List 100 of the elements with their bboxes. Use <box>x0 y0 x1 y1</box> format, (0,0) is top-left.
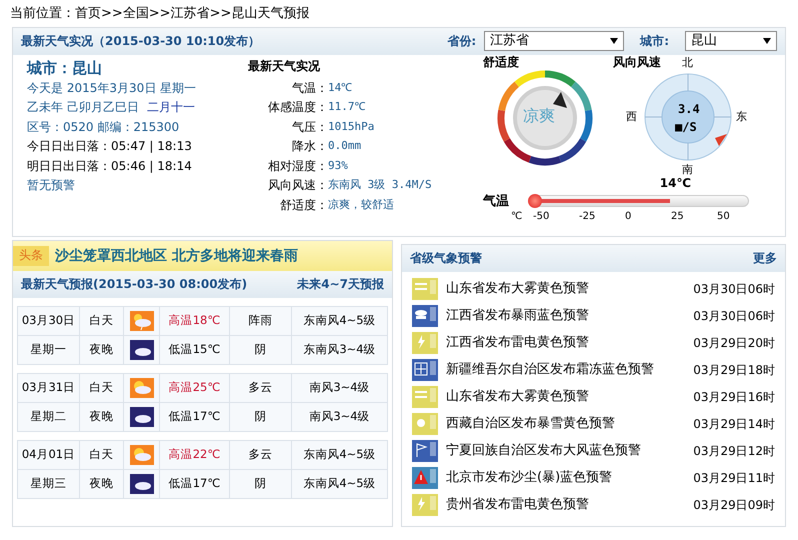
wind-unit: ■/S <box>675 120 697 136</box>
table-cell: 03月31日 <box>18 373 80 402</box>
info-text: 今日日出日落：05:47 | 18:13 <box>27 139 192 154</box>
table-cell: 低温17℃ <box>160 402 230 432</box>
table-cell: 南风3~4级 <box>292 373 388 402</box>
warning-time: 03月29日20时 <box>693 336 775 352</box>
warning-link[interactable]: 新疆维吾尔自治区发布霜冻蓝色预警 <box>446 362 694 379</box>
axis-tick: -50 <box>533 210 550 223</box>
table-cell: 03月30日 <box>18 306 80 336</box>
table-cell: 白天 <box>80 306 124 336</box>
table-cell: 东南风4~5级 <box>292 469 388 498</box>
panel-title: 最新天气预报(2015-03-30 08:00发布) <box>21 276 248 292</box>
warning-time: 03月29日16时 <box>693 390 775 406</box>
province-select[interactable]: 江苏省 <box>484 31 624 52</box>
rain-cloud-icon <box>130 310 154 331</box>
info-text[interactable]: 暂无预警 <box>27 178 75 192</box>
sun-cloud-icon <box>130 378 154 398</box>
info-text: 区号：0520 邮编：215300 <box>27 120 180 134</box>
compass-label: 北 <box>682 56 693 70</box>
table-cell: 东南风3~4级 <box>292 335 388 364</box>
warning-time: 03月29日09时 <box>693 498 775 514</box>
warning-link[interactable]: 江西省发布暴雨蓝色预警 <box>446 308 694 325</box>
breadcrumb: 当前位置：首页>>全国>>江苏省>>昆山天气预报 <box>9 5 310 23</box>
gauge-title: 气温 <box>483 194 509 211</box>
obs-value: 凉爽，较舒适 <box>328 198 394 213</box>
more-link[interactable]: 未来4~7天预报 <box>297 276 384 292</box>
table-cell: 星期三 <box>18 469 80 498</box>
warning-link[interactable]: 北京市发布沙尘(暴)蓝色预警 <box>446 470 694 487</box>
wind-speed: 3.4 <box>678 102 700 118</box>
headline-link[interactable]: 沙尘笼罩西北地区 北方多地将迎来春雨 <box>55 246 298 265</box>
warning-time: 03月30日06时 <box>693 282 775 298</box>
obs-value: 11.7℃ <box>328 100 366 116</box>
warning-time: 03月29日12时 <box>693 444 775 460</box>
obs-label: 气压： <box>291 120 328 136</box>
compass-label: 西 <box>626 110 637 124</box>
table-cell: 多云 <box>230 373 292 402</box>
table-cell: 夜晚 <box>80 402 124 432</box>
warning-time: 03月29日11时 <box>693 470 775 486</box>
gauge-title: 舒适度 <box>483 54 520 70</box>
warning-time: 03月29日18时 <box>693 362 775 378</box>
info-text: 今天是 2015年3月30日 星期一 <box>27 80 196 95</box>
warning-time: 03月29日14时 <box>693 416 775 432</box>
unit-label: ℃ <box>511 210 522 223</box>
temperature-reading: 14℃ <box>660 176 692 192</box>
compass-label: 东 <box>736 110 747 124</box>
obs-value: 14℃ <box>328 80 352 96</box>
axis-tick: -25 <box>579 210 596 223</box>
cloud-icon <box>130 474 154 494</box>
obs-value: 0.0mm <box>328 139 362 154</box>
table-cell: 高温18℃ <box>160 306 230 336</box>
obs-value: 93% <box>328 158 348 174</box>
panel-title: 最新天气实况（2015-03-30 10:10发布） <box>21 34 260 50</box>
info-text: 二月十一 <box>146 100 195 114</box>
sun-cloud-icon <box>130 444 154 465</box>
city-label: 城市: <box>640 34 669 50</box>
table-cell: 夜晚 <box>80 335 124 364</box>
obs-value: 1015hPa <box>328 120 374 135</box>
headline-tag: 头条 <box>13 246 49 266</box>
axis-tick: 25 <box>671 210 684 223</box>
info-text: 明日日出日落：05:46 | 18:14 <box>27 158 192 173</box>
gauge-title: 风向风速 <box>613 54 661 69</box>
info-text: 乙未年 己卯月乙巳日 <box>27 100 139 114</box>
caret-icon <box>610 38 618 44</box>
table-cell: 阴 <box>230 335 292 364</box>
warning-link[interactable]: 宁夏回族自治区发布大风蓝色预警 <box>446 442 694 460</box>
table-cell: 白天 <box>80 440 124 470</box>
city-select[interactable]: 昆山 <box>685 31 777 52</box>
section-title: 最新天气实况 <box>248 58 321 75</box>
obs-label: 降水： <box>291 139 328 156</box>
table-cell: 阴 <box>230 469 292 498</box>
table-cell: 东南风4~5级 <box>292 440 388 470</box>
warning-link[interactable]: 山东省发布大雾黄色预警 <box>446 388 694 406</box>
caret-icon <box>763 38 771 44</box>
table-cell: 阴 <box>230 402 292 432</box>
city-name: 城市：昆山 <box>27 58 103 79</box>
table-cell: 多云 <box>230 440 292 470</box>
province-label: 省份: <box>447 34 476 50</box>
obs-value: 东南风 3级 3.4M/S <box>328 178 432 194</box>
table-cell: 南风3~4级 <box>292 402 388 432</box>
warning-time: 03月30日06时 <box>693 308 775 324</box>
table-cell: 东南风4~5级 <box>292 306 388 336</box>
table-cell: 夜晚 <box>80 469 124 498</box>
cloud-icon <box>130 406 154 427</box>
warning-link[interactable]: 西藏自治区发布暴雪黄色预警 <box>446 416 694 433</box>
table-cell: 高温22℃ <box>160 440 230 470</box>
obs-label: 舒适度： <box>279 198 328 214</box>
obs-label: 相对湿度： <box>267 158 328 175</box>
obs-label: 气温： <box>291 80 328 97</box>
table-cell: 高温25℃ <box>160 373 230 402</box>
table-cell: 白天 <box>80 373 124 402</box>
table-cell: 星期二 <box>18 402 80 432</box>
more-link[interactable]: 更多 <box>753 250 777 266</box>
obs-label: 风向风速： <box>267 178 328 194</box>
axis-tick: 0 <box>625 210 632 223</box>
warning-link[interactable]: 贵州省发布雷电黄色预警 <box>446 496 694 514</box>
compass-label: 南 <box>682 162 693 178</box>
warning-link[interactable]: 江西省发布雷电黄色预警 <box>446 334 694 352</box>
panel-title: 省级气象预警 <box>410 250 482 266</box>
warning-link[interactable]: 山东省发布大雾黄色预警 <box>446 280 694 298</box>
table-cell: 04月01日 <box>18 440 80 470</box>
